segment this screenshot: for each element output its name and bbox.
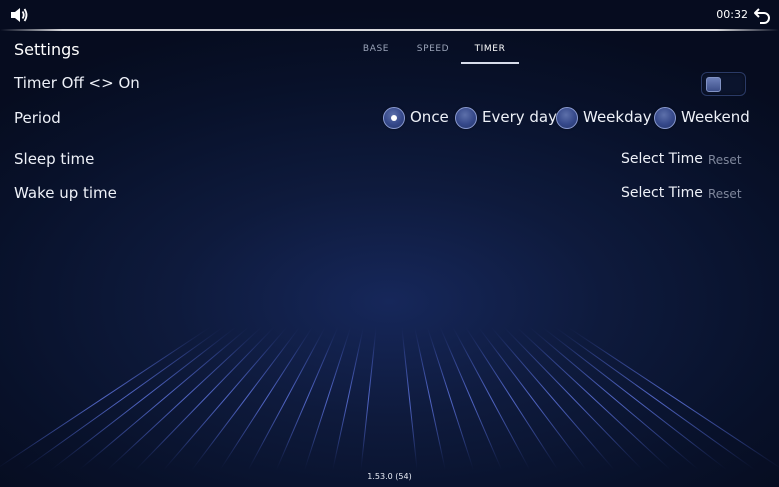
timer-toggle-label: Timer Off <> On bbox=[14, 74, 140, 92]
period-once-radio[interactable]: Once bbox=[383, 107, 449, 129]
top-bar: 00:32 bbox=[0, 0, 779, 30]
period-every-day-radio[interactable]: Every day bbox=[455, 107, 557, 129]
tab-base[interactable]: BASE bbox=[348, 40, 404, 62]
radio-circle bbox=[383, 107, 405, 129]
wake-time-select[interactable]: Select Time bbox=[621, 185, 703, 201]
period-once-label: Once bbox=[410, 108, 449, 126]
back-arrow-icon[interactable] bbox=[753, 5, 773, 25]
radio-circle bbox=[556, 107, 578, 129]
radio-circle bbox=[654, 107, 676, 129]
period-every-day-label: Every day bbox=[482, 108, 557, 126]
toggle-knob bbox=[706, 77, 721, 92]
perspective-grid-floor bbox=[0, 317, 779, 487]
wake-time-reset-button[interactable]: Reset bbox=[708, 187, 742, 201]
clock-time: 00:32 bbox=[716, 8, 748, 21]
sleep-time-select[interactable]: Select Time bbox=[621, 151, 703, 167]
page-title: Settings bbox=[14, 40, 80, 59]
period-weekday-radio[interactable]: Weekday bbox=[556, 107, 652, 129]
sleep-time-reset-button[interactable]: Reset bbox=[708, 153, 742, 167]
tab-speed[interactable]: SPEED bbox=[404, 40, 462, 62]
speaker-icon[interactable] bbox=[10, 6, 30, 24]
period-weekday-label: Weekday bbox=[583, 108, 652, 126]
wake-time-label: Wake up time bbox=[14, 184, 117, 202]
app-version: 1.53.0 (54) bbox=[367, 472, 412, 481]
tab-timer[interactable]: TIMER bbox=[461, 40, 519, 64]
radio-circle bbox=[455, 107, 477, 129]
period-weekend-label: Weekend bbox=[681, 108, 750, 126]
radio-selected-dot bbox=[391, 115, 397, 121]
sleep-time-label: Sleep time bbox=[14, 150, 95, 168]
top-divider bbox=[0, 29, 779, 31]
period-weekend-radio[interactable]: Weekend bbox=[654, 107, 750, 129]
period-label: Period bbox=[14, 109, 61, 127]
timer-toggle[interactable] bbox=[701, 72, 746, 96]
